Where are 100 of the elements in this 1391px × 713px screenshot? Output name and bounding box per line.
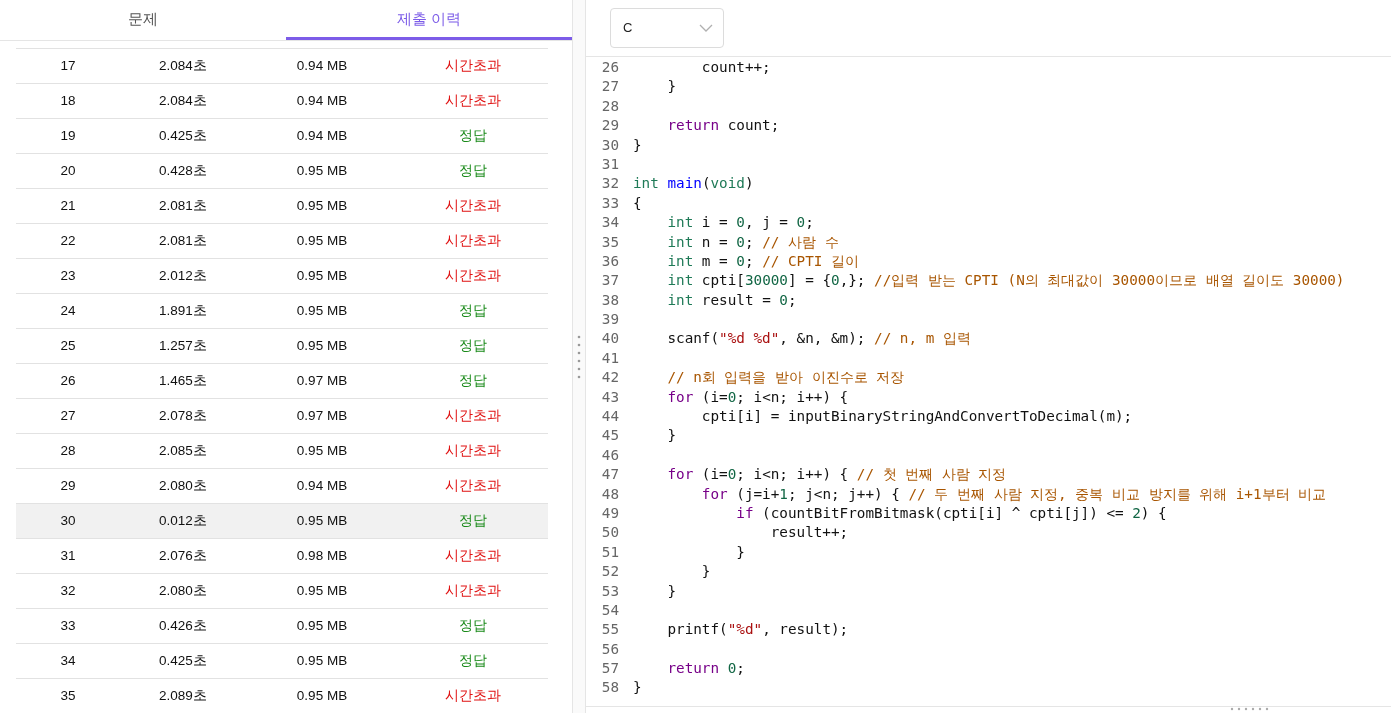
- line-number: 32: [600, 174, 619, 194]
- result-label: 시간초과: [444, 546, 502, 565]
- table-cell-text: 0.425초: [158, 651, 208, 670]
- table-cell-text: 2.076초: [158, 546, 208, 565]
- line-number: 51: [600, 542, 619, 562]
- line-number: 27: [600, 77, 619, 97]
- line-number: 48: [600, 484, 619, 504]
- table-cell-text: 0.94 MB: [295, 56, 349, 75]
- table-cell-text: 0.95 MB: [295, 686, 349, 705]
- code-line: for (j=i+1; j<n; j++) { // 두 번째 사람 지정, 중복 비교 방지를 위해 i+1부터 비교: [700, 484, 1327, 504]
- line-number: 56: [600, 639, 619, 659]
- table-row[interactable]: 30 0.012초 0.95 MB 정답: [16, 503, 548, 538]
- result-label: 시간초과: [444, 476, 502, 495]
- chevron-down-icon: [699, 24, 713, 32]
- table-cell-text: 2.081초: [158, 196, 208, 215]
- table-cell-text: 2.089초: [158, 686, 208, 705]
- code-line: }: [666, 426, 677, 446]
- line-number: 31: [600, 154, 619, 174]
- table-cell-text: 35: [59, 686, 77, 705]
- table-cell-text: 0.95 MB: [295, 511, 349, 530]
- result-label: 시간초과: [444, 196, 502, 215]
- result-label: 정답: [458, 301, 488, 320]
- code-line: int main(void): [633, 174, 754, 194]
- code-line: int i = 0, j = 0;: [666, 213, 814, 233]
- line-number: 42: [600, 368, 619, 388]
- table-cell-text: 1.891초: [158, 301, 208, 320]
- line-number: 52: [600, 562, 619, 582]
- line-number: 54: [600, 600, 619, 620]
- table-cell-text: 0.97 MB: [295, 371, 349, 390]
- table-cell-text: 31: [59, 546, 77, 565]
- table-cell-text: 33: [59, 616, 77, 635]
- table-cell-text: 0.95 MB: [295, 301, 349, 320]
- result-label: 시간초과: [444, 581, 502, 600]
- line-number: 44: [600, 407, 619, 426]
- result-label: 정답: [458, 126, 488, 145]
- code-line: {: [633, 193, 642, 213]
- line-number: 38: [600, 290, 619, 310]
- table-cell-text: 2.012초: [158, 266, 208, 285]
- table-cell-text: 30: [59, 511, 77, 530]
- table-cell-text: 34: [59, 651, 77, 670]
- line-number: 47: [600, 465, 619, 485]
- tab[interactable]: 문제: [0, 0, 286, 40]
- result-label: 시간초과: [444, 441, 502, 460]
- table-cell-text: 2.080초: [158, 476, 208, 495]
- result-label: 정답: [458, 511, 488, 530]
- result-label: 시간초과: [444, 91, 502, 110]
- result-label: 시간초과: [444, 406, 502, 425]
- table-cell-text: 19: [59, 126, 77, 145]
- line-number: 35: [600, 232, 619, 252]
- table-cell-text: 23: [59, 266, 77, 285]
- table-cell-text: 0.425초: [158, 126, 208, 145]
- result-label: 정답: [458, 616, 488, 635]
- line-number: 53: [600, 581, 619, 601]
- line-number: 26: [600, 58, 619, 77]
- result-label: 시간초과: [444, 266, 502, 285]
- table-cell-text: 20: [59, 161, 77, 180]
- table-cell-text: 0.95 MB: [295, 231, 349, 250]
- code-line: }: [666, 77, 677, 97]
- code-line: // n회 입력을 받아 이진수로 저장: [666, 368, 905, 388]
- table-cell-text: 0.426초: [158, 616, 208, 635]
- result-label: 정답: [458, 371, 488, 390]
- code-line: }: [735, 542, 745, 562]
- result-label: 정답: [458, 651, 488, 670]
- table-cell-text: 0.94 MB: [295, 91, 349, 110]
- line-number: 28: [600, 96, 619, 116]
- language-select[interactable]: C: [610, 8, 724, 48]
- line-number: 34: [600, 213, 619, 233]
- line-number: 50: [600, 523, 619, 543]
- table-cell-text: 24: [59, 301, 77, 320]
- code-line: result++;: [769, 523, 849, 543]
- table-cell-text: 0.95 MB: [295, 616, 349, 635]
- table-cell-text: 29: [59, 476, 77, 495]
- table-cell-text: 32: [59, 581, 77, 600]
- code-line: }: [666, 581, 677, 601]
- code-line: printf("%d", result);: [666, 620, 849, 640]
- line-number: 43: [600, 387, 619, 407]
- line-number: 37: [600, 271, 619, 291]
- result-label: 시간초과: [444, 686, 502, 705]
- table-cell-text: 18: [59, 91, 77, 110]
- table-cell-text: 21: [59, 196, 77, 215]
- table-cell-text: 0.95 MB: [295, 336, 349, 355]
- table-cell-text: 2.085초: [158, 441, 208, 460]
- line-number: 36: [600, 251, 619, 271]
- code-line: }: [633, 135, 642, 155]
- line-number: 33: [600, 193, 619, 213]
- line-number: 39: [600, 310, 619, 330]
- result-label: 시간초과: [444, 56, 502, 75]
- line-number: 30: [600, 135, 619, 155]
- line-number: 29: [600, 116, 619, 136]
- table-cell-text: 0.94 MB: [295, 126, 349, 145]
- table-cell-text: 2.084초: [158, 56, 208, 75]
- line-number: 58: [600, 678, 619, 698]
- table-cell-text: 0.95 MB: [295, 196, 349, 215]
- code-line: cpti[i] = inputBinaryStringAndConvertToDecimal(m);: [700, 407, 1133, 426]
- code-line: int result = 0;: [666, 290, 797, 310]
- table-cell-text: 0.94 MB: [295, 476, 349, 495]
- result-label: 정답: [458, 336, 488, 355]
- table-cell-text: 2.084초: [158, 91, 208, 110]
- result-label: 정답: [458, 161, 488, 180]
- table-cell-text: 2.081초: [158, 231, 208, 250]
